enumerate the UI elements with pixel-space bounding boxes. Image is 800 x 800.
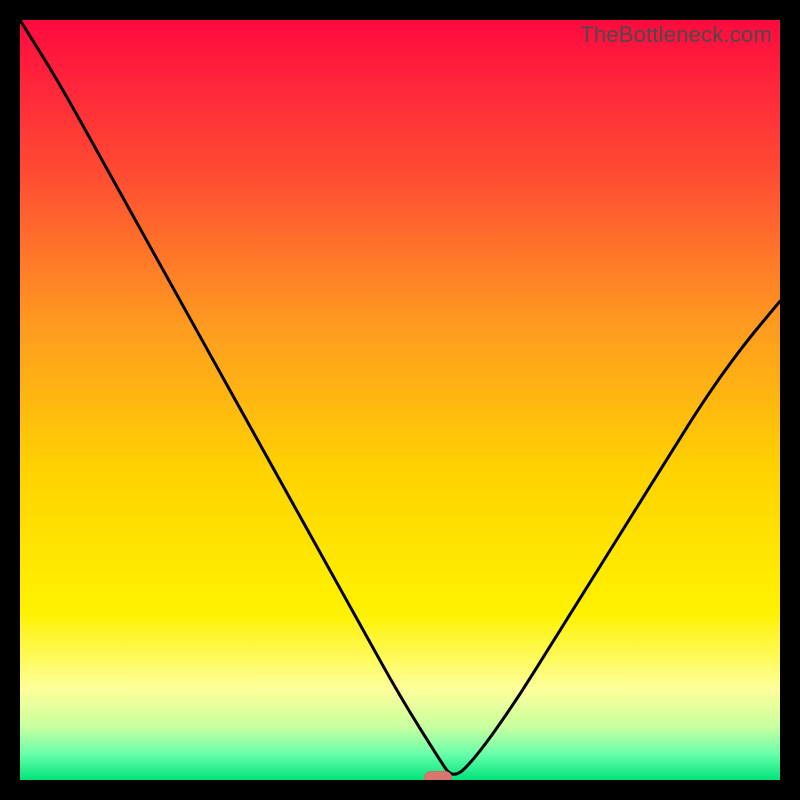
watermark-text: TheBottleneck.com (580, 22, 772, 48)
plot-area: TheBottleneck.com (20, 20, 780, 780)
bottleneck-curve (20, 20, 780, 780)
minimum-marker (424, 771, 452, 780)
chart-frame: TheBottleneck.com (0, 0, 800, 800)
